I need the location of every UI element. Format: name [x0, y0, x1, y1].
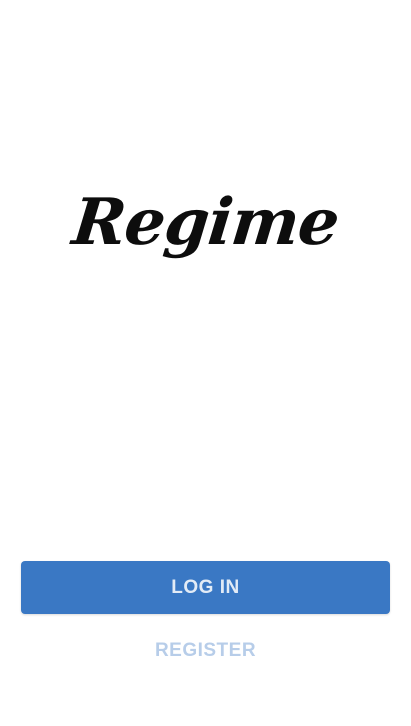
login-button[interactable]: LOG IN	[21, 561, 390, 614]
app-logo: Regime	[68, 185, 343, 260]
register-button[interactable]: REGISTER	[0, 634, 411, 668]
